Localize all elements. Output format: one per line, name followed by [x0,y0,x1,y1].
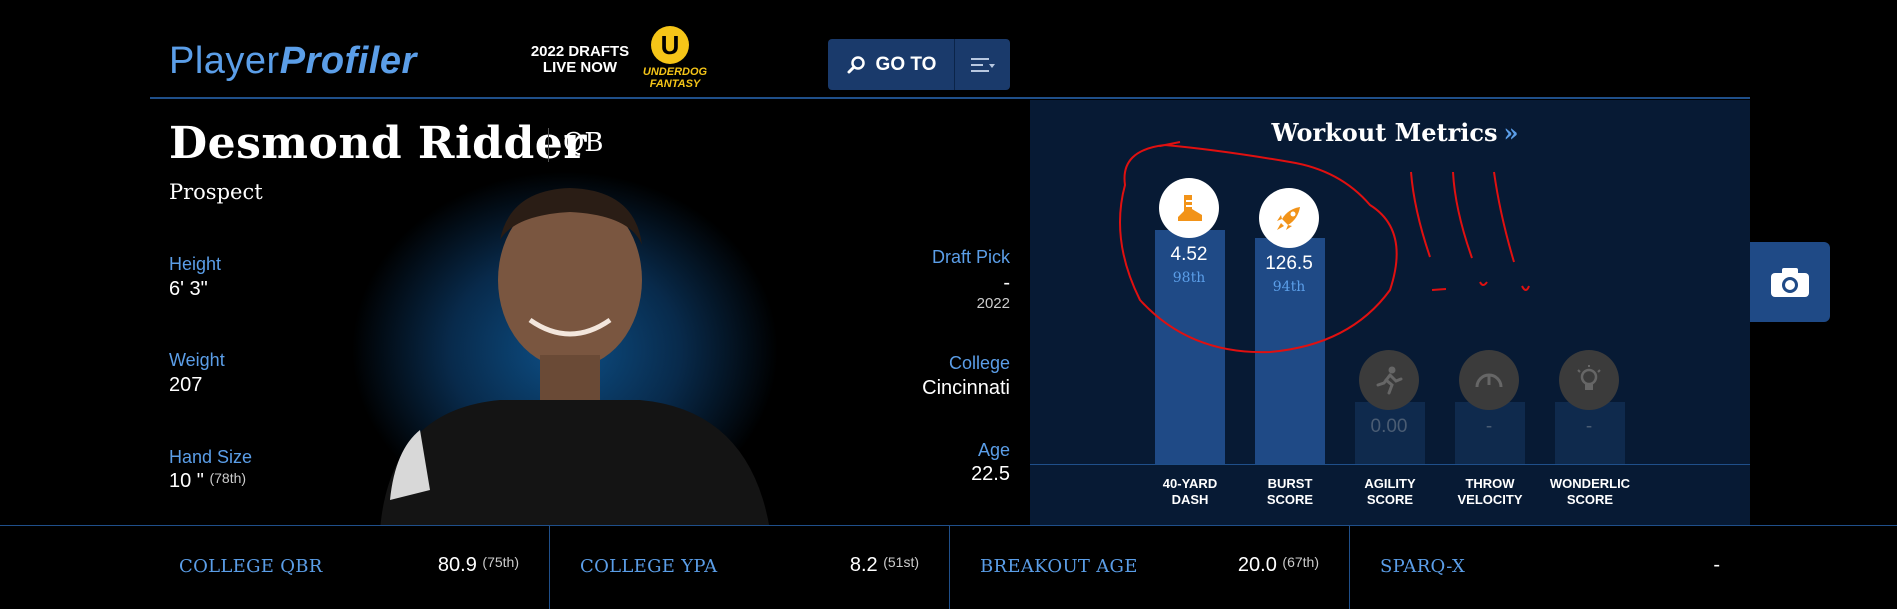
workout-metrics-label: Workout Metrics [1271,118,1498,147]
partner-line-1: UNDERDOG [642,66,708,78]
agility-score-label: AGILITY SCORE [1340,476,1440,508]
stat-value: 80.9 (75th) [438,554,519,577]
player-photo [350,170,780,530]
promo-line-2: LIVE NOW [542,59,618,76]
stat-label: COLLEGE YPA [580,556,718,577]
header-divider [150,97,1750,99]
hand-size-value: 10 " (78th) [169,470,246,493]
wonderlic-score-label: WONDERLIC SCORE [1540,476,1640,508]
player-position: QB [563,128,604,158]
burst-score-rank: 94th [1272,279,1306,295]
workout-metrics-title[interactable]: Workout Metrics» [1250,118,1540,147]
stat-breakout-age[interactable]: BREAKOUT AGE 20.0 (67th) [950,526,1350,609]
stat-college-ypa[interactable]: COLLEGE YPA 8.2 (51st) [550,526,950,609]
stat-rank: (51st) [883,554,919,570]
search-icon [847,55,865,73]
goto-button[interactable]: GO TO [828,39,955,90]
draft-promo[interactable]: 2022 DRAFTS LIVE NOW [530,44,630,76]
stat-sparq-x[interactable]: SPARQ-X - [1350,526,1750,609]
camera-icon [1771,268,1809,297]
age-value: 22.5 [971,463,1010,485]
college-label: College [948,353,1010,373]
draft-pick-label: Draft Pick [931,247,1010,267]
agility-score-label-1: AGILITY [1364,476,1416,491]
stat-label: BREAKOUT AGE [980,556,1138,577]
burst-score-value: 126.5 [1265,253,1313,274]
wonderlic-score-label-2: SCORE [1566,492,1614,507]
player-silhouette [380,188,770,530]
stat-number: 20.0 [1237,554,1277,576]
stat-label: COLLEGE QBR [179,556,323,577]
forty-yard-dash-label-1: 40-YARD [1162,476,1218,491]
stat-rank: (75th) [482,554,519,570]
burst-score-label-1: BURST [1267,476,1313,491]
wonderlic-score-label-1: WONDERLIC [1549,476,1631,491]
college-value: Cincinnati [922,377,1010,399]
menu-button[interactable] [955,39,1010,90]
lightbulb-icon [1559,350,1619,410]
runner-icon [1359,350,1419,410]
logo-part-profiler: Profiler [279,40,417,82]
burst-score-label: BURST SCORE [1240,476,1340,508]
bottom-stats-bar: COLLEGE QBR 80.9 (75th) COLLEGE YPA 8.2 … [0,525,1897,609]
agility-score-label-2: SCORE [1366,492,1414,507]
stat-value: 8.2 (51st) [850,554,919,577]
menu-dropdown-icon [970,57,995,72]
underdog-logo[interactable]: U UNDERDOG FANTASY [643,26,707,92]
underdog-badge-icon: U [651,26,689,64]
hand-size-number: 10 " [169,470,204,492]
forty-yard-dash-rank: 98th [1172,270,1206,286]
stat-value: 20.0 (67th) [1238,554,1319,577]
position-divider [548,128,549,162]
stat-value: - [1713,554,1720,576]
stat-label: SPARQ-X [1380,556,1466,577]
draft-pick-value: - [1003,272,1010,294]
goto-label: GO TO [875,53,937,75]
player-name: Desmond Ridder [169,118,587,169]
site-logo[interactable]: PlayerProfiler [169,40,417,83]
partner-line-2: FANTASY [649,78,701,90]
throw-velocity-value: - [1485,416,1493,437]
weight-label: Weight [169,350,225,370]
weight-value: 207 [169,374,203,396]
screenshot-button[interactable] [1750,242,1830,322]
draft-year: 2022 [976,295,1010,312]
height-label: Height [169,254,222,274]
throw-velocity-label-2: VELOCITY [1457,492,1523,507]
double-chevron-right-icon: » [1503,118,1519,147]
promo-line-1: 2022 DRAFTS [530,43,630,60]
age-label: Age [977,440,1010,460]
burst-score-label-2: SCORE [1266,492,1314,507]
wonderlic-score-value: - [1585,416,1593,437]
stat-number: 80.9 [437,554,477,576]
throw-velocity-label-1: THROW [1465,476,1515,491]
stat-college-qbr[interactable]: COLLEGE QBR 80.9 (75th) [0,526,550,609]
metrics-baseline [1030,464,1750,465]
shoe-icon [1159,178,1219,238]
hand-size-label: Hand Size [169,447,253,467]
rocket-icon [1259,188,1319,248]
gauge-icon [1459,350,1519,410]
forty-yard-dash-value: 4.52 [1170,244,1208,265]
stat-rank: (67th) [1282,554,1319,570]
logo-part-player: Player [169,40,280,82]
stat-number: 8.2 [849,554,878,576]
height-value: 6' 3" [169,278,208,300]
throw-velocity-label: THROW VELOCITY [1440,476,1540,508]
forty-yard-dash-label: 40-YARD DASH [1140,476,1240,508]
agility-score-value: 0.00 [1370,416,1408,437]
forty-yard-dash-label-2: DASH [1171,492,1209,507]
player-status: Prospect [169,180,263,204]
hand-size-rank: (78th) [209,470,247,486]
goto-search-bar[interactable]: GO TO [828,39,1010,90]
